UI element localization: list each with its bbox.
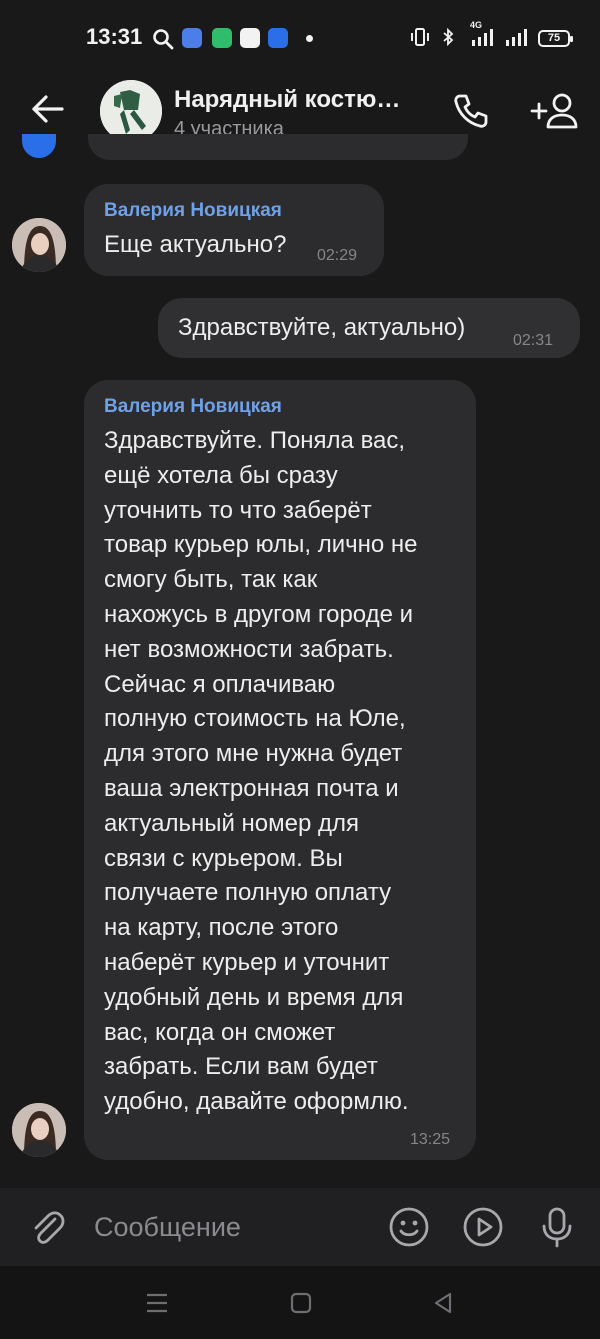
message-text-line: Здравствуйте. Поняла вас, xyxy=(104,427,406,454)
back-button[interactable] xyxy=(24,86,70,132)
arrow-left-icon xyxy=(32,95,64,123)
back-icon xyxy=(434,1292,452,1314)
notification-dot-icon xyxy=(306,35,313,42)
vibrate-icon xyxy=(410,28,430,49)
message-text-line: ещё хотела бы сразу xyxy=(104,461,338,489)
paperclip-icon xyxy=(34,1211,65,1244)
message-text-line: актуальный номер для xyxy=(104,809,360,837)
outfit-photo-image xyxy=(100,80,162,142)
microphone-icon xyxy=(542,1207,572,1248)
signal-icon xyxy=(504,28,528,49)
message-text-line: смогу быть, так как xyxy=(104,566,318,594)
message-composer xyxy=(0,1188,600,1266)
chat-title[interactable]: Нарядный костю… xyxy=(174,86,418,114)
message-text-line: связи с курьером. Вы xyxy=(104,844,343,872)
system-nav-bar xyxy=(0,1266,600,1339)
message-bubble-outgoing[interactable]: Здравствуйте, актуально) 02:31 xyxy=(158,298,580,358)
message-text-line: нет возможности забрать. xyxy=(104,635,394,663)
app-icon xyxy=(212,28,232,48)
sender-avatar[interactable] xyxy=(12,1103,66,1157)
attach-button[interactable] xyxy=(24,1204,70,1250)
sender-avatar[interactable] xyxy=(12,218,66,272)
home-button[interactable] xyxy=(286,1288,316,1318)
message-text-line: вас, когда он сможет xyxy=(104,1018,336,1046)
message-bubble-incoming[interactable]: Валерия Новицкая Здравствуйте. Поняла ва… xyxy=(84,380,476,1160)
app-icon xyxy=(240,28,260,48)
message-text-line: получаете полную оплату xyxy=(104,879,392,907)
menu-button[interactable] xyxy=(142,1288,172,1318)
message-text: Здравствуйте, актуально) xyxy=(178,314,466,341)
message-text-line: удобно, давайте оформлю. xyxy=(104,1088,409,1116)
phone-icon xyxy=(454,94,488,128)
message-text-line: полную стоимость на Юле, xyxy=(104,705,406,733)
avatar xyxy=(22,134,56,158)
message-text-line: забрать. Если вам будет xyxy=(104,1053,378,1081)
user-photo-image xyxy=(12,218,66,272)
sender-name[interactable]: Валерия Новицкая xyxy=(104,396,282,418)
network-type-label: 4G xyxy=(470,20,483,30)
message-input[interactable] xyxy=(94,1206,364,1248)
voice-message-button[interactable] xyxy=(534,1204,580,1250)
message-text: Здравствуйте. Поняла вас, ещё хотела бы с… xyxy=(104,424,417,1120)
search-icon xyxy=(152,28,174,55)
message-time: 02:29 xyxy=(317,247,358,264)
user-photo-image xyxy=(12,1103,66,1157)
status-time: 13:31 xyxy=(86,24,143,49)
sender-name[interactable]: Валерия Новицкая xyxy=(104,200,282,222)
message-text-line: на карту, после этого xyxy=(104,914,339,942)
menu-icon xyxy=(147,1293,167,1313)
video-message-button[interactable] xyxy=(460,1204,506,1250)
message-time: 02:31 xyxy=(513,332,554,349)
message-bubble-partial xyxy=(88,134,468,160)
bluetooth-icon xyxy=(440,27,460,49)
message-time: 13:25 xyxy=(410,1131,451,1148)
add-user-icon xyxy=(530,93,578,129)
message-bubble-incoming[interactable]: Валерия Новицкая Еще актуально? 02:29 xyxy=(84,184,384,276)
emoji-button[interactable] xyxy=(386,1204,432,1250)
message-text-line: товар курьер юлы, лично не xyxy=(104,531,418,559)
status-bar: 13:31 4G 75 xyxy=(0,0,600,76)
status-indicators: 4G 75 xyxy=(410,20,573,49)
call-button[interactable] xyxy=(446,86,496,136)
message-text-line: удобный день и время для xyxy=(104,983,404,1011)
video-message-icon xyxy=(463,1207,503,1247)
chat-avatar[interactable] xyxy=(100,80,162,142)
message-text: Еще актуально? xyxy=(104,231,287,258)
app-icon xyxy=(182,28,202,48)
message-text-line: для этого мне нужна будет xyxy=(104,740,403,768)
bluetooth-app-icon xyxy=(268,28,288,48)
message-text-line: наберёт курьер и уточнит xyxy=(104,948,390,976)
add-participant-button[interactable] xyxy=(528,84,582,138)
system-back-button[interactable] xyxy=(428,1288,458,1318)
home-icon xyxy=(290,1292,312,1314)
battery-icon: 75 xyxy=(538,30,573,47)
signal-icon: 4G xyxy=(470,20,494,49)
message-text-line: ваша электронная почта и xyxy=(104,774,399,802)
message-text-line: нахожусь в другом городе и xyxy=(104,600,414,628)
message-text-line: Сейчас я оплачиваю xyxy=(104,670,336,698)
message-text-line: уточнить то что заберёт xyxy=(104,496,372,524)
emoji-icon xyxy=(389,1207,429,1247)
